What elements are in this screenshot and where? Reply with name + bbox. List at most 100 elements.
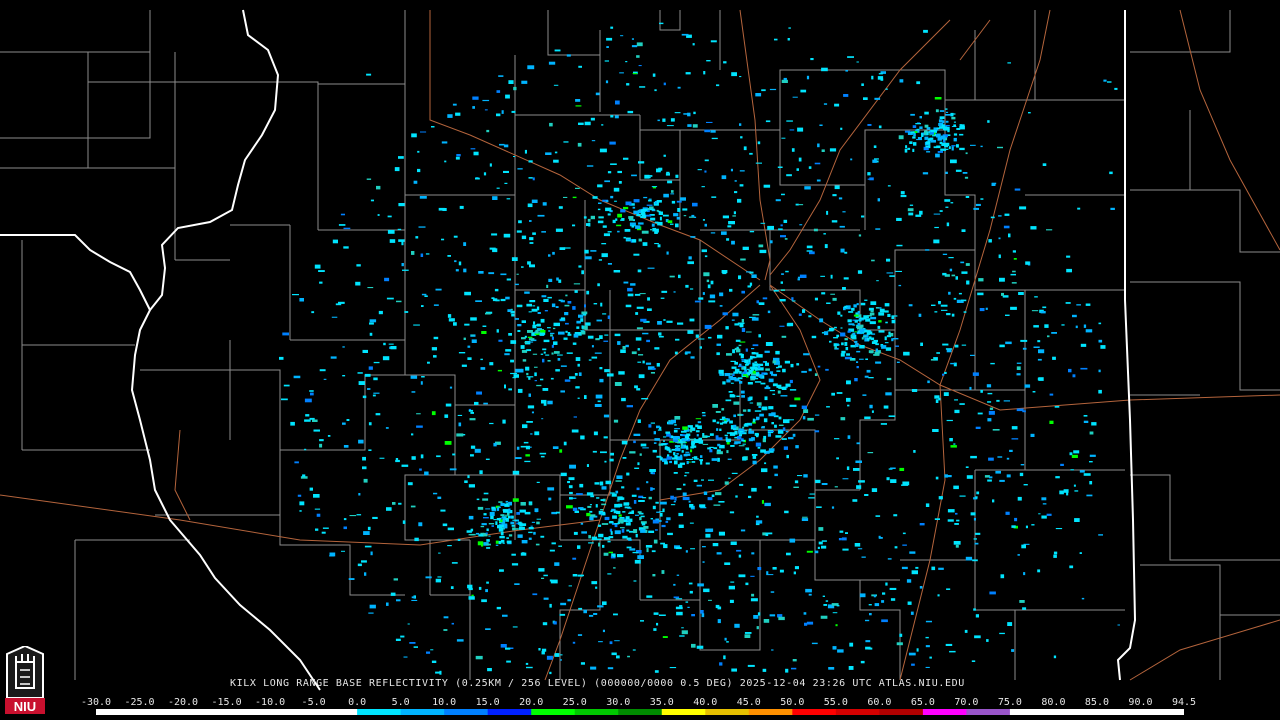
colorbar-segment — [705, 709, 750, 715]
echo-pixel — [439, 670, 442, 675]
echo-pixel — [826, 302, 831, 304]
colorbar-segment — [444, 709, 489, 715]
echo-pixel — [808, 497, 815, 499]
echo-pixel — [737, 377, 743, 380]
echo-pixel — [784, 510, 789, 514]
echo-pixel — [369, 332, 373, 336]
echo-pixel — [674, 445, 681, 447]
echo-pixel — [871, 259, 875, 262]
echo-pixel — [626, 472, 630, 476]
echo-pixel — [726, 432, 732, 434]
echo-pixel — [530, 525, 533, 527]
echo-pixel — [572, 306, 576, 310]
echo-pixel — [505, 647, 511, 650]
echo-pixel — [723, 61, 727, 64]
echo-pixel — [299, 298, 304, 302]
echo-pixel — [596, 538, 602, 540]
echo-pixel — [895, 345, 899, 347]
echo-pixel — [626, 83, 630, 86]
echo-pixel — [500, 502, 505, 506]
echo-pixel — [605, 80, 609, 84]
echo-pixel — [907, 147, 911, 150]
echo-pixel — [838, 538, 842, 541]
echo-pixel — [368, 449, 372, 451]
echo-pixel — [515, 457, 522, 459]
echo-pixel — [540, 378, 544, 381]
echo-pixel — [999, 277, 1005, 282]
echo-pixel — [304, 448, 307, 451]
echo-pixel — [782, 368, 786, 373]
echo-pixel — [701, 613, 705, 618]
echo-pixel — [934, 311, 938, 313]
echo-pixel — [719, 418, 725, 421]
echo-pixel — [674, 428, 680, 430]
echo-pixel — [935, 153, 940, 158]
echo-pixel — [911, 570, 918, 575]
echo-pixel — [935, 109, 939, 113]
echo-pixel — [789, 129, 795, 131]
echo-pixel — [942, 373, 945, 376]
colorbar-label: 10.0 — [432, 697, 457, 708]
echo-pixel — [849, 642, 854, 647]
echo-pixel — [601, 523, 609, 525]
echo-pixel — [961, 299, 967, 302]
echo-pixel — [369, 604, 376, 609]
echo-pixel — [372, 394, 376, 397]
echo-pixel — [847, 404, 850, 407]
echo-pixel — [626, 405, 633, 408]
echo-pixel — [751, 593, 755, 597]
echo-pixel — [749, 271, 754, 274]
echo-pixel — [734, 323, 740, 326]
echo-pixel — [775, 350, 780, 355]
echo-pixel — [548, 278, 553, 282]
echo-pixel — [313, 429, 320, 432]
echo-pixel — [840, 332, 846, 337]
echo-pixel — [858, 234, 862, 237]
echo-pixel — [908, 652, 916, 656]
echo-pixel — [916, 81, 921, 85]
echo-pixel — [504, 384, 506, 389]
echo-pixel — [938, 301, 941, 304]
echo-pixel — [765, 342, 773, 346]
echo-pixel — [543, 339, 550, 343]
echo-pixel — [727, 458, 732, 460]
echo-pixel — [414, 537, 419, 542]
echo-pixel — [839, 530, 844, 533]
echo-pixel — [593, 613, 598, 615]
echo-pixel — [1077, 207, 1081, 210]
echo-pixel — [697, 421, 702, 424]
echo-pixel — [739, 76, 742, 78]
echo-pixel — [1049, 393, 1054, 396]
echo-pixel — [728, 221, 735, 225]
echo-pixel — [575, 105, 582, 107]
echo-pixel — [738, 554, 742, 558]
echo-pixel — [710, 40, 717, 43]
echo-pixel — [759, 249, 767, 254]
echo-pixel — [621, 397, 626, 402]
echo-pixel — [444, 441, 452, 445]
echo-pixel — [636, 306, 644, 309]
echo-pixel — [507, 309, 512, 312]
echo-pixel — [685, 72, 691, 75]
echo-pixel — [724, 420, 728, 423]
echo-pixel — [525, 662, 529, 665]
echo-pixel — [889, 275, 895, 277]
echo-pixel — [865, 640, 871, 643]
echo-pixel — [503, 233, 511, 238]
echo-pixel — [666, 320, 673, 323]
echo-pixel — [925, 620, 932, 623]
echo-pixel — [680, 197, 686, 201]
echo-pixel — [498, 75, 504, 77]
echo-pixel — [709, 294, 716, 299]
echo-pixel — [923, 29, 928, 33]
echo-pixel — [814, 297, 818, 301]
echo-pixel — [602, 511, 605, 516]
echo-pixel — [973, 608, 976, 611]
echo-pixel — [899, 633, 903, 637]
echo-pixel — [785, 270, 789, 273]
echo-pixel — [340, 213, 345, 216]
echo-pixel — [867, 315, 872, 317]
echo-pixel — [751, 437, 755, 441]
echo-pixel — [697, 583, 704, 587]
echo-pixel — [987, 479, 992, 482]
